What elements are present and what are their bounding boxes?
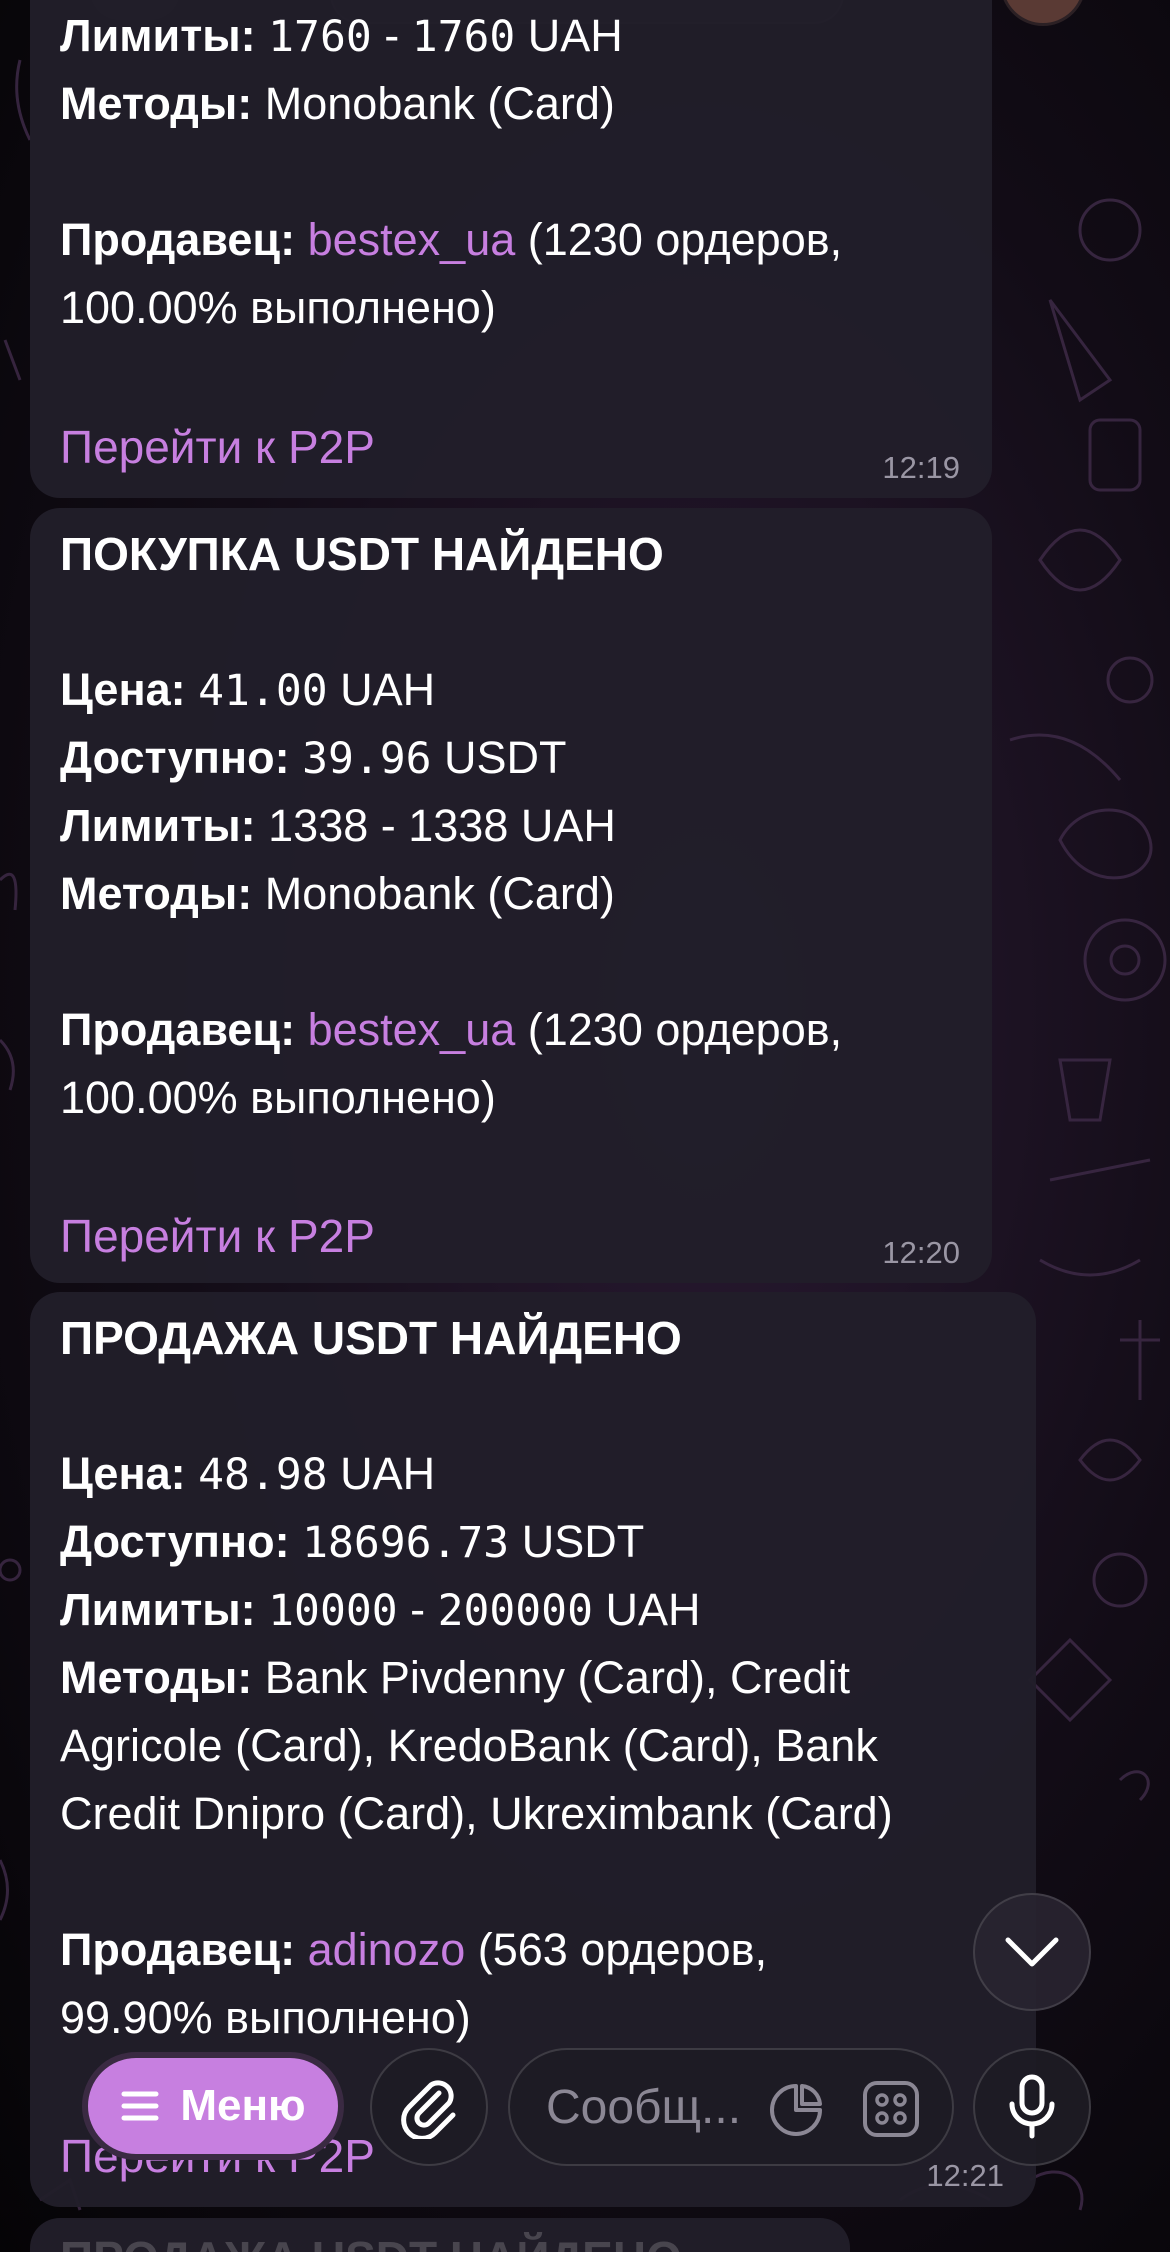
available-value: 39.96 (302, 734, 432, 784)
limits-min-value: 10000 (268, 1586, 398, 1636)
methods-row-continued: Agricole (Card), KredoBank (Card), Bank (60, 1720, 878, 1771)
limits-unit: UAH (515, 10, 623, 61)
methods-value: Bank Pivdenny (Card), Credit (252, 1652, 850, 1703)
seller-row: Продавец: bestex_ua (1230 ордеров, (60, 206, 842, 274)
chevron-down-icon (1005, 1937, 1059, 1967)
limits-label: Лимиты: (60, 1584, 256, 1635)
goto-p2p-link[interactable]: Перейти к P2P (60, 413, 375, 481)
limits-row: Лимиты: 1760 - 1760 UAH (60, 2, 623, 71)
message-bubble: ПОКУПКА USDT НАЙДЕНО Цена: 41.00 UAH Дос… (30, 508, 992, 1283)
methods-label: Методы: (60, 868, 253, 919)
paperclip-icon (401, 2080, 456, 2139)
available-label: Доступно: (60, 732, 290, 783)
scroll-down-button[interactable] (973, 1893, 1091, 2011)
available-unit: USDT (509, 1516, 645, 1567)
message-input[interactable]: Сообщ... (508, 2048, 954, 2166)
sticker-icon[interactable] (768, 2082, 824, 2138)
limits-label: Лимиты: (60, 800, 256, 851)
keyboard-icon[interactable] (862, 2080, 920, 2138)
price-value: 41.00 (198, 666, 328, 716)
limits-dash: - (397, 1584, 438, 1635)
goto-p2p-link[interactable]: Перейти к P2P (60, 1202, 375, 1270)
microphone-icon (1009, 2074, 1055, 2139)
methods-row: Методы: Monobank (Card) (60, 70, 615, 138)
price-label: Цена: (60, 664, 186, 715)
methods-row: Методы: Monobank (Card) (60, 860, 615, 928)
available-unit: USDT (431, 732, 567, 783)
seller-link[interactable]: adinozo (308, 1924, 466, 1975)
methods-value: Monobank (Card) (252, 868, 615, 919)
attach-button[interactable] (370, 2048, 488, 2166)
limits-row: Лимиты: 10000 - 200000 UAH (60, 1576, 700, 1645)
limits-row: Лимиты: 1338 - 1338 UAH (60, 792, 616, 860)
available-value: 18696.73 (302, 1518, 510, 1568)
menu-label: Меню (180, 2081, 306, 2130)
message-time: 12:20 (882, 1235, 960, 1270)
price-unit: UAH (327, 1448, 436, 1499)
microphone-button[interactable] (973, 2048, 1091, 2166)
methods-value: Monobank (Card) (252, 78, 615, 129)
limits-max-value: 200000 (437, 1586, 593, 1636)
message-bubble: Лимиты: 1760 - 1760 UAH Методы: Monobank… (30, 0, 992, 498)
message-title: ПРОДАЖА USDT НАЙДЕНО (60, 1312, 682, 1364)
methods-row: Методы: Bank Pivdenny (Card), Credit (60, 1644, 850, 1712)
seller-stats-row: 100.00% выполнено) (60, 1064, 496, 1132)
seller-label: Продавец: (60, 1004, 296, 1055)
price-value: 48.98 (198, 1450, 328, 1500)
seller-stats-row: 99.90% выполнено) (60, 1984, 471, 2052)
limits-dash: - (371, 10, 412, 61)
seller-stats: (563 ордеров, (465, 1924, 768, 1975)
available-row: Доступно: 39.96 USDT (60, 724, 567, 793)
message-title: ПРОДАЖА USDT НАЙДЕНО (60, 2224, 682, 2252)
seller-stats: (1230 ордеров, (515, 1004, 843, 1055)
seller-row: Продавец: adinozo (563 ордеров, (60, 1916, 767, 1984)
message-placeholder: Сообщ... (546, 2081, 742, 2134)
seller-link[interactable]: bestex_ua (308, 1004, 516, 1055)
seller-completion: 100.00% выполнено) (60, 1072, 496, 1123)
seller-stats: (1230 ордеров, (515, 214, 843, 265)
limits-label: Лимиты: (60, 10, 256, 61)
price-label: Цена: (60, 1448, 186, 1499)
limits-min-value: 1760 (268, 12, 372, 62)
message-time: 12:21 (926, 2158, 1004, 2193)
seller-completion: 100.00% выполнено) (60, 282, 496, 333)
message-bubble: ПРОДАЖА USDT НАЙДЕНО (30, 2218, 850, 2252)
seller-row: Продавец: bestex_ua (1230 ордеров, (60, 996, 842, 1064)
methods-label: Методы: (60, 78, 253, 129)
menu-button[interactable]: Меню (82, 2052, 344, 2160)
message-title: ПОКУПКА USDT НАЙДЕНО (60, 528, 664, 580)
available-label: Доступно: (60, 1516, 290, 1567)
limits-max-value: 1760 (411, 12, 516, 62)
message-time: 12:19 (882, 450, 960, 485)
price-row: Цена: 48.98 UAH (60, 1440, 435, 1509)
seller-label: Продавец: (60, 1924, 296, 1975)
methods-row-continued: Credit Dnipro (Card), Ukreximbank (Card) (60, 1788, 893, 1839)
hamburger-icon (121, 2091, 159, 2121)
seller-link[interactable]: bestex_ua (308, 214, 516, 265)
seller-stats-row: 100.00% выполнено) (60, 274, 496, 342)
seller-label: Продавец: (60, 214, 296, 265)
limits-value: 1338 - 1338 UAH (255, 800, 616, 851)
price-unit: UAH (327, 664, 436, 715)
limits-unit: UAH (592, 1584, 701, 1635)
price-row: Цена: 41.00 UAH (60, 656, 435, 725)
available-row: Доступно: 18696.73 USDT (60, 1508, 644, 1577)
seller-completion: 99.90% выполнено) (60, 1992, 471, 2043)
methods-label: Методы: (60, 1652, 253, 1703)
